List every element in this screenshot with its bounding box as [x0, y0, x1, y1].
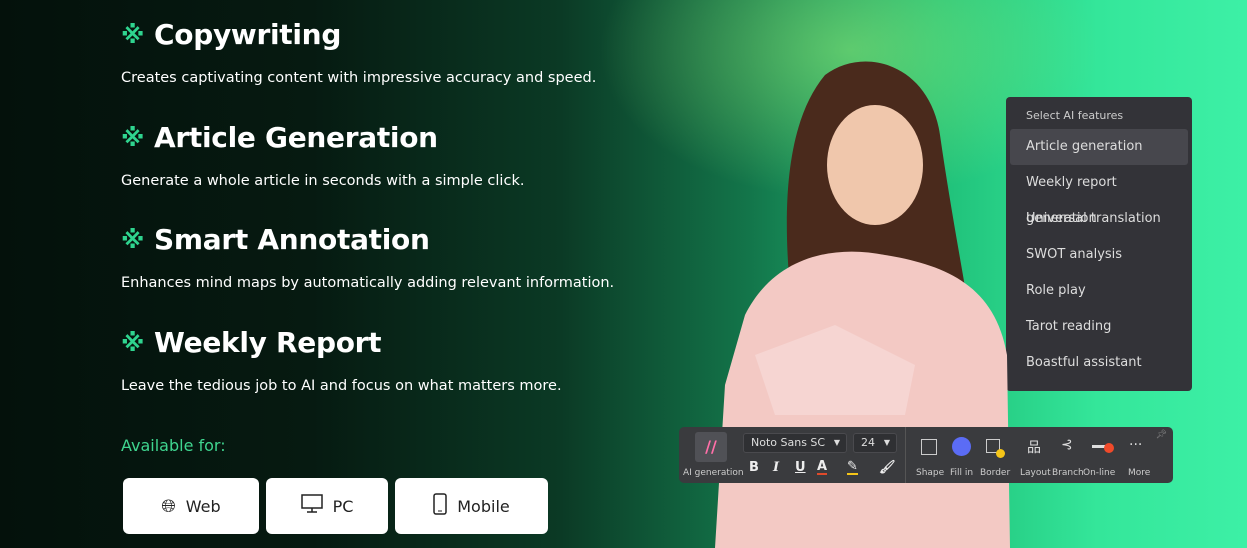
menu-item-weekly-report[interactable]: Weekly report generation [1010, 165, 1188, 226]
highlight-icon[interactable]: ✎ [847, 460, 858, 475]
shape-label: Shape [916, 468, 945, 478]
sparkle-icon: ※ [121, 225, 145, 254]
layout-icon[interactable]: 品 [1027, 437, 1041, 457]
feature-desc: Leave the tedious job to AI and focus on… [121, 378, 562, 394]
border-label: Border [980, 468, 1011, 478]
menu-item-role-play[interactable]: Role play [1010, 273, 1188, 309]
branch-label: Branch [1052, 468, 1084, 478]
ai-features-menu: Select AI features Article generation We… [1006, 97, 1192, 391]
platform-label: Web [185, 496, 221, 516]
feature-desc: Generate a whole article in seconds with… [121, 173, 525, 189]
more-icon[interactable]: ··· [1129, 437, 1142, 453]
border-icon[interactable] [986, 439, 1005, 458]
phone-icon [433, 493, 447, 519]
format-toolbar: // AI generation Noto Sans SC ▼ 24 ▼ B I U… [679, 427, 1173, 483]
feature-desc: Creates captivating content with impress… [121, 70, 597, 86]
feature-smart-annotation: ※ Smart Annotation Enhances mind maps by a… [121, 223, 614, 291]
branch-icon[interactable]: ⊰ [1061, 437, 1073, 453]
platform-label: Mobile [457, 496, 510, 516]
sparkle-icon: ※ [121, 123, 145, 152]
bold-button[interactable]: B [749, 460, 759, 475]
menu-header: Select AI features [1026, 109, 1124, 122]
font-value: Noto Sans SC [751, 436, 826, 449]
underline-button[interactable]: U [795, 460, 806, 475]
sparkle-icon: ※ [121, 328, 145, 357]
feature-copywriting: ※ Copywriting Creates captivating content … [121, 18, 596, 86]
monitor-icon [300, 494, 323, 518]
italic-button[interactable]: I [773, 460, 779, 475]
menu-item-universal-translation[interactable]: Universal translation [1010, 201, 1188, 237]
font-color-button[interactable]: A [817, 460, 828, 475]
shape-icon[interactable] [921, 439, 937, 455]
size-select[interactable]: 24 ▼ [853, 433, 897, 453]
online-icon[interactable] [1092, 443, 1114, 453]
menu-item-boastful-assistant[interactable]: Boastful assistant [1010, 345, 1188, 381]
feature-weekly-report: ※ Weekly Report Leave the tedious job to A… [121, 326, 562, 394]
fill-label: Fill in [950, 468, 974, 478]
font-select[interactable]: Noto Sans SC ▼ [743, 433, 847, 453]
menu-item-tarot-reading[interactable]: Tarot reading [1010, 309, 1188, 345]
platform-pc-button[interactable]: PC [266, 478, 388, 534]
sparkle-icon: ※ [121, 20, 145, 49]
ai-generation-button[interactable]: // [695, 432, 727, 462]
globe-icon: 🌐︎ [161, 495, 176, 517]
pin-icon[interactable]: 📌︎ [1156, 430, 1167, 440]
platform-web-button[interactable]: 🌐︎ Web [123, 478, 259, 534]
size-value: 24 [861, 436, 875, 449]
feature-title: Weekly Report [154, 326, 382, 359]
menu-item-swot-analysis[interactable]: SWOT analysis [1010, 237, 1188, 273]
more-label: More [1128, 468, 1151, 478]
feature-title: Copywriting [154, 18, 342, 51]
menu-item-article-generation[interactable]: Article generation [1010, 129, 1188, 165]
ai-logo-icon: // [705, 437, 717, 456]
ai-generation-label: AI generation [683, 468, 744, 478]
feature-title: Article Generation [154, 121, 438, 154]
platform-mobile-button[interactable]: Mobile [395, 478, 548, 534]
feature-title: Smart Annotation [154, 223, 430, 256]
chevron-down-icon: ▼ [833, 438, 840, 447]
layout-label: Layout [1020, 468, 1051, 478]
online-label: On-line [1083, 468, 1116, 478]
format-painter-icon[interactable]: 🖌︎ [879, 460, 896, 475]
feature-desc: Enhances mind maps by automatically addi… [121, 275, 615, 291]
available-for-label: Available for: [121, 436, 226, 455]
feature-article-generation: ※ Article Generation Generate a whole arti… [121, 121, 524, 189]
platform-label: PC [332, 496, 354, 516]
chevron-down-icon: ▼ [883, 438, 890, 447]
fill-color-icon[interactable] [952, 437, 971, 456]
